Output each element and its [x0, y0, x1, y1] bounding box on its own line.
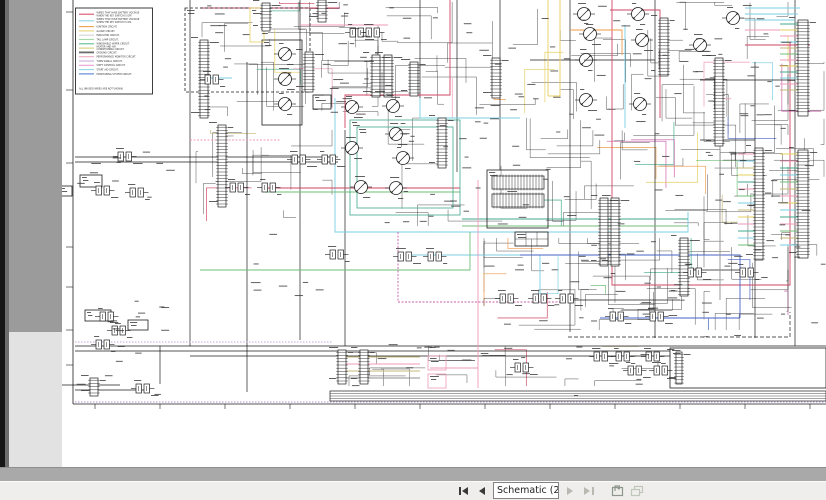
- svg-text:GAUGE CIRCUIT.: GAUGE CIRCUIT.: [97, 30, 116, 33]
- cascade-windows-icon: [630, 484, 644, 497]
- legend: WIRES THAT HAVE BATTERY VOLTAGEWHEN THE …: [76, 8, 153, 94]
- page-navigation-toolbar: [0, 481, 826, 500]
- previous-page-button[interactable]: [475, 484, 488, 497]
- last-page-button[interactable]: [582, 484, 595, 497]
- svg-text:PERFORMANCE MONITOR CIRCUIT.: PERFORMANCE MONITOR CIRCUIT.: [97, 56, 137, 59]
- component-boxes: [62, 8, 826, 388]
- label-text-marks: [62, 0, 826, 396]
- page-select-label: Schematic (2 / 2): [494, 485, 559, 496]
- svg-text:MONITORING SYSTEM CIRCUIT.: MONITORING SYSTEM CIRCUIT.: [97, 73, 133, 76]
- next-page-button[interactable]: [564, 484, 577, 497]
- svg-text:SHIFT CONTROL CIRCUIT.: SHIFT CONTROL CIRCUIT.: [97, 64, 126, 67]
- last-page-icon: [583, 486, 595, 496]
- first-page-icon: [458, 486, 470, 496]
- detach-page-button[interactable]: [609, 484, 624, 498]
- svg-text:ALL UNUSED WIRES ARE NOT SHOWN: ALL UNUSED WIRES ARE NOT SHOWN.: [79, 88, 124, 91]
- svg-text:GROUND CIRCUIT.: GROUND CIRCUIT.: [97, 51, 118, 54]
- svg-text:START AID CIRCUIT.: START AID CIRCUIT.: [97, 69, 119, 72]
- document-page: WIRES THAT HAVE BATTERY VOLTAGEWHEN THE …: [62, 0, 826, 467]
- svg-text:TAIL LAMP CIRCUIT.: TAIL LAMP CIRCUIT.: [97, 38, 119, 41]
- svg-text:WHEN THE KEY SWITCH IS ON.: WHEN THE KEY SWITCH IS ON.: [97, 21, 132, 24]
- next-page-icon: [566, 486, 575, 496]
- svg-text:WHEN THE KEY SWITCH IS OFF.: WHEN THE KEY SWITCH IS OFF.: [97, 14, 133, 17]
- schematic-drawing: WIRES THAT HAVE BATTERY VOLTAGEWHEN THE …: [62, 0, 826, 467]
- first-page-button[interactable]: [457, 484, 470, 497]
- cascade-windows-button[interactable]: [629, 484, 644, 498]
- plug-connectors: [91, 28, 759, 393]
- connector-combs: [88, 0, 810, 396]
- svg-text:IGNITION CIRCUIT.: IGNITION CIRCUIT.: [97, 26, 118, 29]
- statusbar-separator: [0, 467, 826, 481]
- viewer-window: WIRES THAT HAVE BATTERY VOLTAGEWHEN THE …: [0, 0, 826, 500]
- wires: [62, 0, 826, 402]
- detach-page-icon: [610, 484, 624, 497]
- page-select-dropdown[interactable]: Schematic (2 / 2): [493, 482, 559, 499]
- canvas-background-lower: [9, 332, 62, 467]
- svg-text:TURN SIGNAL CIRCUIT.: TURN SIGNAL CIRCUIT.: [97, 60, 123, 63]
- page-navigation-controls: Schematic (2 / 2): [457, 483, 644, 498]
- svg-text:INDICATOR CIRCUIT.: INDICATOR CIRCUIT.: [97, 34, 120, 37]
- canvas-background-upper: [9, 0, 62, 332]
- previous-page-icon: [477, 486, 486, 496]
